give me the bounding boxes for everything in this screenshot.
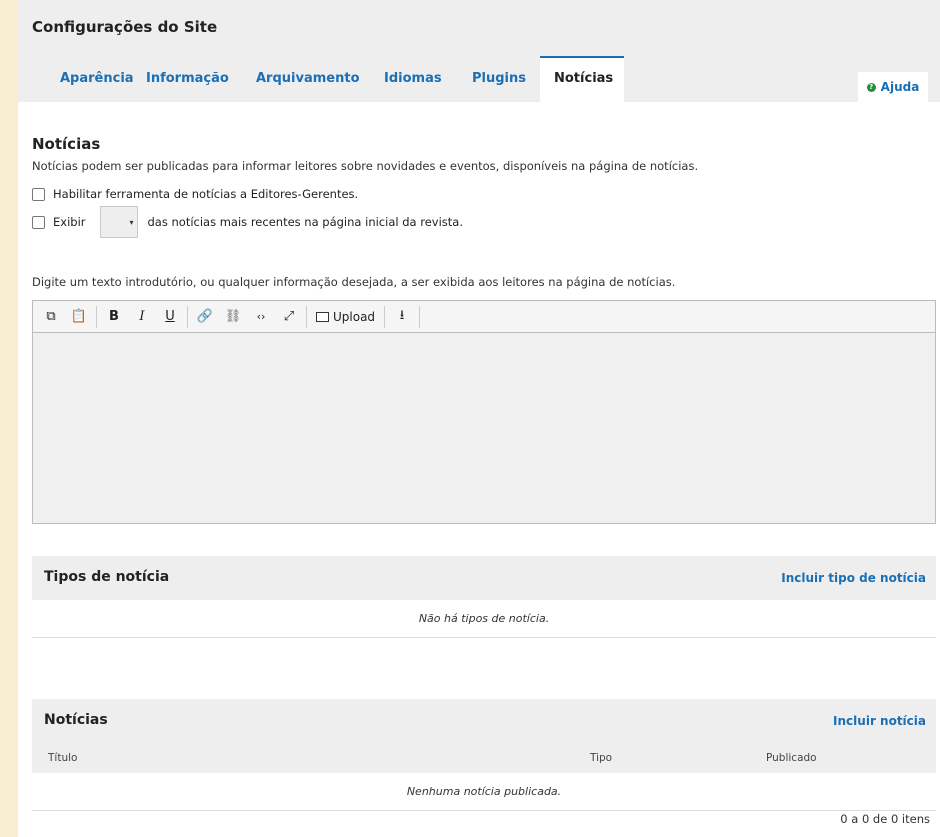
intro-text-label: Digite um texto introdutório, ou qualque… <box>32 275 676 289</box>
news-types-grid-header: Tipos de notícia Incluir tipo de notícia <box>32 556 936 600</box>
news-empty-message: Nenhuma notícia publicada. <box>32 773 936 811</box>
image-icon <box>316 311 329 322</box>
news-section-description: Notícias podem ser publicadas para infor… <box>32 159 699 173</box>
chevron-down-icon: ▾ <box>129 218 134 227</box>
display-news-row: Exibir ▾ das notícias mais recentes na p… <box>32 206 463 238</box>
editor-toolbar: ⧉ 📋 B I U 🔗 ⛓ ‹› ⤢ Upload ⭳ <box>33 301 935 333</box>
news-pager: 0 a 0 de 0 itens <box>840 812 930 826</box>
italic-icon[interactable]: I <box>128 305 156 329</box>
display-news-checkbox[interactable] <box>32 215 45 229</box>
link-icon[interactable]: 🔗 <box>191 305 219 329</box>
news-count-select[interactable]: ▾ <box>99 206 138 238</box>
tab-bar: Aparência Informação Arquivamento Idioma… <box>18 56 940 102</box>
news-grid-header: Notícias Incluir notícia <box>32 699 936 743</box>
code-icon[interactable]: ‹› <box>247 305 275 329</box>
upload-label: Upload <box>333 309 376 324</box>
toolbar-divider <box>306 305 307 328</box>
enable-news-row: Habilitar ferramenta de notícias a Edito… <box>32 187 358 201</box>
news-section-title: Notícias <box>32 135 101 153</box>
news-grid: Notícias Incluir notícia Título Tipo Pub… <box>32 699 936 811</box>
tab-idiomas[interactable]: Idiomas <box>370 56 456 102</box>
enable-news-label: Habilitar ferramenta de notícias a Edito… <box>53 187 359 201</box>
add-news-type-link[interactable]: Incluir tipo de notícia <box>781 571 926 585</box>
news-types-grid-title: Tipos de notícia <box>44 569 170 585</box>
column-type: Tipo <box>590 752 613 764</box>
help-icon: ? <box>866 82 876 92</box>
toolbar-divider <box>96 305 97 328</box>
upload-button[interactable]: Upload <box>310 305 381 329</box>
news-grid-columns: Título Tipo Publicado <box>32 743 936 773</box>
unlink-icon[interactable]: ⛓ <box>219 305 247 329</box>
paste-icon[interactable]: 📋 <box>65 305 93 329</box>
enable-news-checkbox[interactable] <box>32 187 45 201</box>
import-icon[interactable]: ⭳ <box>388 305 416 329</box>
fullscreen-icon[interactable]: ⤢ <box>275 305 303 329</box>
bold-icon[interactable]: B <box>100 305 128 329</box>
underline-icon[interactable]: U <box>156 305 184 329</box>
news-grid-title: Notícias <box>44 712 108 728</box>
help-button[interactable]: ? Ajuda <box>858 72 928 102</box>
column-title: Título <box>48 752 78 764</box>
toolbar-divider <box>187 305 188 328</box>
page-title: Configurações do Site <box>32 18 218 36</box>
editor-textarea[interactable] <box>33 333 935 523</box>
toolbar-divider <box>384 305 386 328</box>
page-header: Configurações do Site Aparência Informaç… <box>18 0 940 102</box>
settings-panel: Configurações do Site Aparência Informaç… <box>18 0 940 837</box>
tab-plugins[interactable]: Plugins <box>458 56 540 102</box>
add-news-link[interactable]: Incluir notícia <box>833 714 926 728</box>
toolbar-divider <box>419 305 421 328</box>
display-prefix-label: Exibir <box>53 215 86 229</box>
column-published: Publicado <box>766 752 817 764</box>
rich-text-editor: ⧉ 📋 B I U 🔗 ⛓ ‹› ⤢ Upload ⭳ <box>32 300 936 524</box>
tab-noticias[interactable]: Notícias <box>540 56 624 102</box>
tab-informacao[interactable]: Informação <box>132 56 243 102</box>
display-suffix-label: das notícias mais recentes na página ini… <box>147 215 463 229</box>
help-label: Ajuda <box>880 80 920 94</box>
news-types-empty-message: Não há tipos de notícia. <box>32 600 936 638</box>
tab-arquivamento[interactable]: Arquivamento <box>242 56 374 102</box>
news-types-grid: Tipos de notícia Incluir tipo de notícia… <box>32 556 936 638</box>
copy-icon[interactable]: ⧉ <box>37 305 65 329</box>
